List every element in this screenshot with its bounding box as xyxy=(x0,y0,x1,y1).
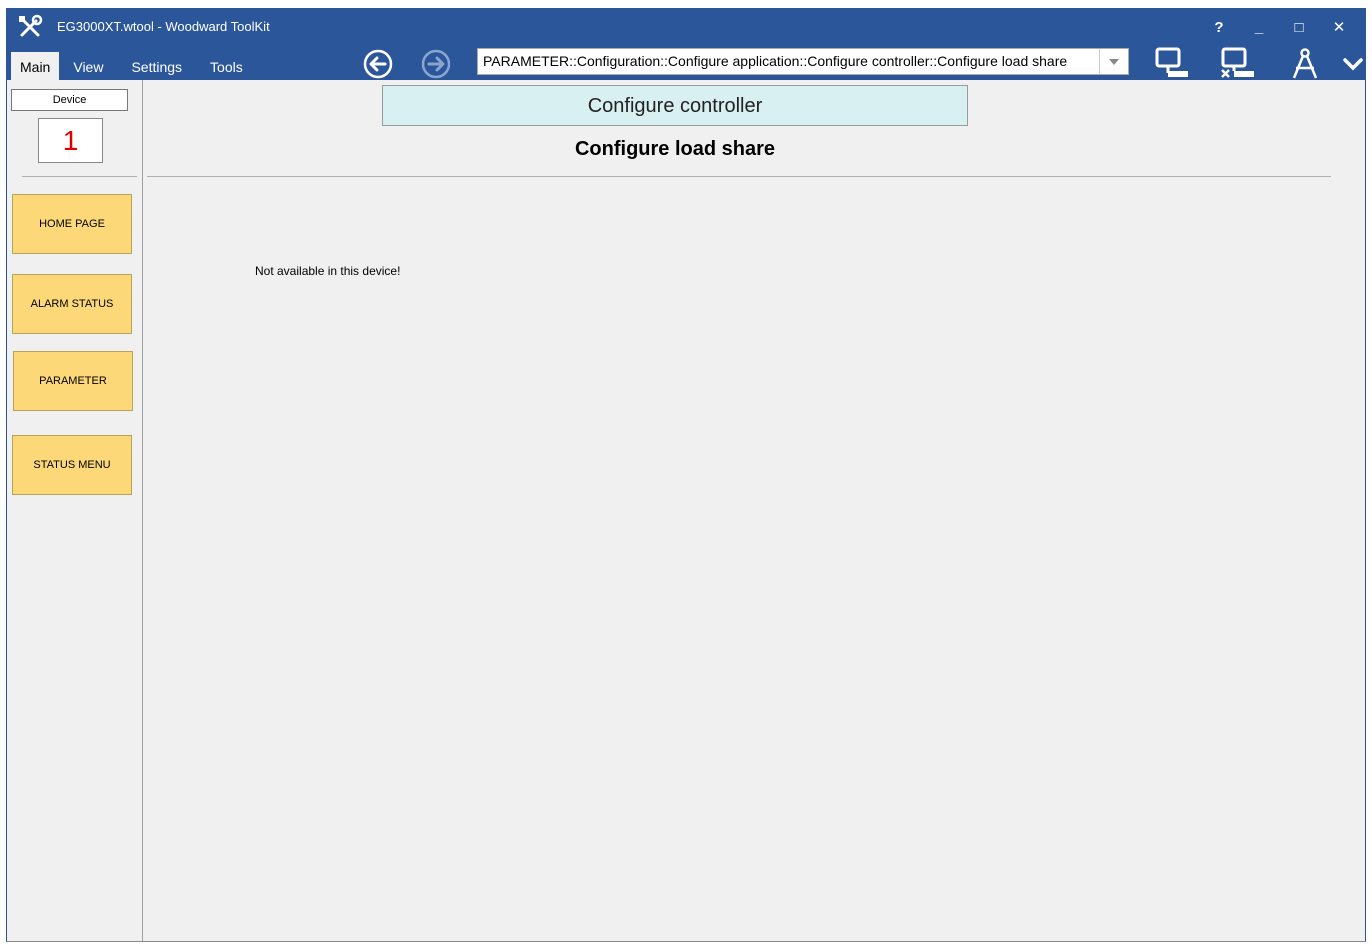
sidebar-divider xyxy=(22,176,137,177)
window-controls: ? _ □ ✕ xyxy=(1199,14,1359,40)
disconnect-icon[interactable] xyxy=(1217,46,1257,80)
path-dropdown[interactable]: PARAMETER::Configuration::Configure appl… xyxy=(477,48,1129,75)
status-menu-button[interactable]: STATUS MENU xyxy=(12,435,132,495)
tools-icon xyxy=(19,14,43,37)
content-divider xyxy=(147,176,1331,177)
device-number[interactable]: 1 xyxy=(38,118,103,163)
connect-icon[interactable] xyxy=(1151,46,1191,80)
status-message: Not available in this device! xyxy=(255,264,401,278)
menu-view[interactable]: View xyxy=(59,52,117,80)
chevron-down-icon[interactable] xyxy=(1333,46,1372,80)
alarm-status-button[interactable]: ALARM STATUS xyxy=(12,274,132,334)
home-page-button[interactable]: HOME PAGE xyxy=(12,194,132,254)
maximize-button[interactable]: □ xyxy=(1279,14,1319,40)
window-title: EG3000XT.wtool - Woodward ToolKit xyxy=(57,19,270,34)
path-text: PARAMETER::Configuration::Configure appl… xyxy=(483,53,1068,69)
device-label: Device xyxy=(11,89,128,111)
page-title: Configure load share xyxy=(574,138,776,160)
sidebar: Device 1 HOME PAGE ALARM STATUS PARAMETE… xyxy=(7,80,143,941)
title-bar: EG3000XT.wtool - Woodward ToolKit ? _ □ … xyxy=(7,8,1365,80)
compass-icon[interactable] xyxy=(1285,46,1325,80)
menu-tools[interactable]: Tools xyxy=(196,52,257,80)
help-button[interactable]: ? xyxy=(1199,14,1239,40)
menu-settings[interactable]: Settings xyxy=(117,52,196,80)
arrow-left-circle-icon[interactable] xyxy=(362,48,394,80)
app-window: EG3000XT.wtool - Woodward ToolKit ? _ □ … xyxy=(6,8,1366,942)
close-button[interactable]: ✕ xyxy=(1319,14,1359,40)
section-header: Configure controller xyxy=(382,85,968,126)
arrow-right-circle-icon[interactable] xyxy=(420,48,452,80)
menu-bar: Main View Settings Tools xyxy=(7,50,257,80)
menu-main[interactable]: Main xyxy=(11,52,60,80)
parameter-button[interactable]: PARAMETER xyxy=(13,351,133,411)
minimize-button[interactable]: _ xyxy=(1239,14,1279,40)
chevron-down-icon[interactable] xyxy=(1099,49,1128,74)
